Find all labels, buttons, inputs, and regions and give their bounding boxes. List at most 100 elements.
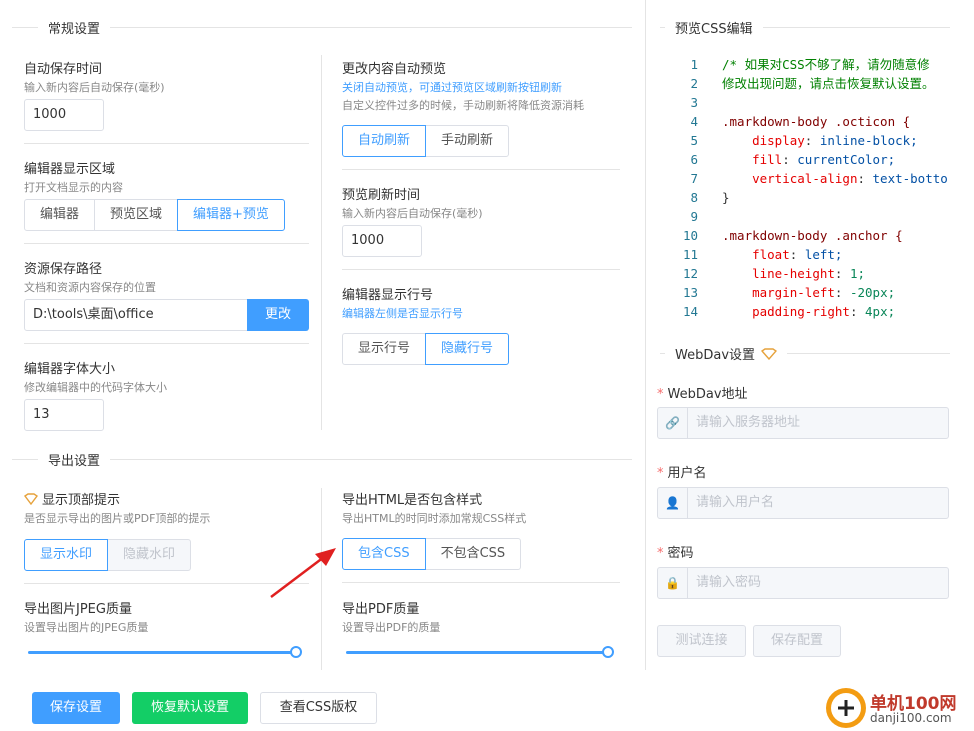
font-size-desc: 修改编辑器中的代码字体大小 xyxy=(24,381,167,394)
pdf-quality-label: 导出PDF质量 xyxy=(342,602,420,617)
password-input[interactable]: 🔒 请输入密码 xyxy=(657,567,949,599)
webdav-title: WebDav设置 xyxy=(665,344,788,363)
line-number: 3 xyxy=(690,95,698,110)
top-hint-label: 显示顶部提示 xyxy=(24,489,120,508)
general-settings-title: 常规设置 xyxy=(38,18,111,37)
code-value: 4px; xyxy=(865,304,896,319)
view-css-copyright-button[interactable]: 查看CSS版权 xyxy=(260,692,377,724)
line-number: 2 xyxy=(690,76,698,91)
line-number: 12 xyxy=(682,266,698,281)
line-number: 1 xyxy=(690,57,698,72)
line-number: 7 xyxy=(690,171,698,186)
webdav-address-input[interactable]: 🔗 请输入服务器地址 xyxy=(657,407,949,439)
line-number: 6 xyxy=(690,152,698,167)
css-code-editor[interactable]: 1/* 如果对CSS不够了解，请勿随意修 2 修改出现问题，请点击恢复默认设置。 … xyxy=(660,55,950,325)
line-number: 10 xyxy=(682,228,698,243)
auto-refresh-button[interactable]: 自动刷新 xyxy=(342,125,427,157)
line-number: 11 xyxy=(682,247,698,262)
diamond-icon xyxy=(24,492,38,505)
auto-preview-desc2: 自定义控件过多的时候，手动刷新将降低资源消耗 xyxy=(342,99,584,112)
code-property: margin-left xyxy=(752,285,835,300)
line-number: 8 xyxy=(690,190,698,205)
line-number: 5 xyxy=(690,133,698,148)
jpeg-quality-slider[interactable] xyxy=(28,646,302,658)
password-label: * 密码 xyxy=(657,546,694,561)
test-connection-button[interactable]: 测试连接 xyxy=(657,625,746,657)
hide-line-numbers-button[interactable]: 隐藏行号 xyxy=(425,333,510,365)
code-property: fill xyxy=(752,152,783,167)
code-value: currentColor; xyxy=(797,152,896,167)
line-numbers-desc: 编辑器左侧是否显示行号 xyxy=(342,307,463,320)
jpeg-slider-handle[interactable] xyxy=(290,646,302,658)
preview-refresh-input[interactable]: 1000 xyxy=(342,225,422,257)
line-number: 4 xyxy=(690,114,698,129)
user-icon: 👤 xyxy=(665,496,680,510)
line-number: 14 xyxy=(682,304,698,319)
webdav-title-text: WebDav设置 xyxy=(675,348,756,363)
plus-circle-logo-icon xyxy=(826,688,866,728)
username-label: * 用户名 xyxy=(657,466,707,481)
username-input[interactable]: 👤 请输入用户名 xyxy=(657,487,949,519)
code-value: text-botto xyxy=(872,171,948,186)
watermark-url: danji100.com xyxy=(870,711,952,725)
code-property: display xyxy=(752,133,805,148)
line-number: 9 xyxy=(690,209,698,224)
autosave-input[interactable]: 1000 xyxy=(24,99,104,131)
annotation-arrow xyxy=(270,548,336,598)
show-watermark-button[interactable]: 显示水印 xyxy=(24,539,109,571)
include-css-button[interactable]: 包含CSS xyxy=(342,538,426,570)
top-hint-text: 显示顶部提示 xyxy=(42,493,121,508)
diamond-icon xyxy=(761,347,778,360)
username-placeholder: 请输入用户名 xyxy=(696,495,775,510)
code-property: float xyxy=(752,247,790,262)
code-selector: .markdown-body .octicon { xyxy=(722,114,911,129)
auto-preview-label: 更改内容自动预览 xyxy=(342,62,447,77)
code-value: left; xyxy=(804,247,843,262)
lock-icon: 🔒 xyxy=(665,576,680,590)
code-value: -20px; xyxy=(849,285,896,300)
jpeg-quality-label: 导出图片JPEG质量 xyxy=(24,602,132,617)
code-value: inline-block; xyxy=(819,133,918,148)
password-placeholder: 请输入密码 xyxy=(696,575,762,590)
manual-refresh-button[interactable]: 手动刷新 xyxy=(425,125,510,157)
html-style-label: 导出HTML是否包含样式 xyxy=(342,493,483,508)
code-comment: 修改出现问题，请点击恢复默认设置。 xyxy=(722,76,935,91)
editor-area-editor-button[interactable]: 编辑器 xyxy=(24,199,96,231)
reset-defaults-button[interactable]: 恢复默认设置 xyxy=(132,692,248,724)
css-preview-title: 预览CSS编辑 xyxy=(665,18,763,37)
editor-area-desc: 打开文档显示的内容 xyxy=(24,181,123,194)
font-size-input[interactable]: 13 xyxy=(24,399,104,431)
code-selector: .markdown-body .anchor { xyxy=(722,228,903,243)
resource-path-desc: 文档和资源内容保存的位置 xyxy=(24,281,156,294)
pdf-slider-handle[interactable] xyxy=(602,646,614,658)
editor-area-preview-button[interactable]: 预览区域 xyxy=(94,199,179,231)
line-number: 13 xyxy=(682,285,698,300)
resource-path-label: 资源保存路径 xyxy=(24,262,103,277)
code-property: line-height xyxy=(752,266,835,281)
resource-path-input[interactable]: D:\tools\桌面\office xyxy=(24,299,248,331)
export-settings-title: 导出设置 xyxy=(38,450,111,469)
code-comment: /* 如果对CSS不够了解，请勿随意修 xyxy=(722,57,930,72)
save-settings-button[interactable]: 保存设置 xyxy=(32,692,120,724)
font-size-label: 编辑器字体大小 xyxy=(24,362,116,377)
autosave-desc: 输入新内容后自动保存(毫秒) xyxy=(24,81,165,94)
html-style-desc: 导出HTML的时同时添加常规CSS样式 xyxy=(342,512,527,525)
code-property: vertical-align xyxy=(752,171,858,186)
webdav-address-placeholder: 请输入服务器地址 xyxy=(696,415,801,430)
preview-refresh-label: 预览刷新时间 xyxy=(342,188,421,203)
editor-area-label: 编辑器显示区域 xyxy=(24,162,116,177)
code-property: padding-right xyxy=(752,304,850,319)
code-brace: } xyxy=(722,190,730,205)
jpeg-quality-desc: 设置导出图片的JPEG质量 xyxy=(24,621,149,634)
change-path-button[interactable]: 更改 xyxy=(247,299,309,331)
hide-watermark-button[interactable]: 隐藏水印 xyxy=(107,539,192,571)
auto-preview-desc1: 关闭自动预览，可通过预览区域刷新按钮刷新 xyxy=(342,81,562,94)
pdf-quality-slider[interactable] xyxy=(346,646,614,658)
save-config-button[interactable]: 保存配置 xyxy=(753,625,841,657)
show-line-numbers-button[interactable]: 显示行号 xyxy=(342,333,427,365)
top-hint-desc: 是否显示导出的图片或PDF顶部的提示 xyxy=(24,512,211,525)
editor-area-both-button[interactable]: 编辑器+预览 xyxy=(177,199,285,231)
autosave-label: 自动保存时间 xyxy=(24,62,103,77)
link-icon: 🔗 xyxy=(665,416,680,430)
exclude-css-button[interactable]: 不包含CSS xyxy=(424,538,522,570)
